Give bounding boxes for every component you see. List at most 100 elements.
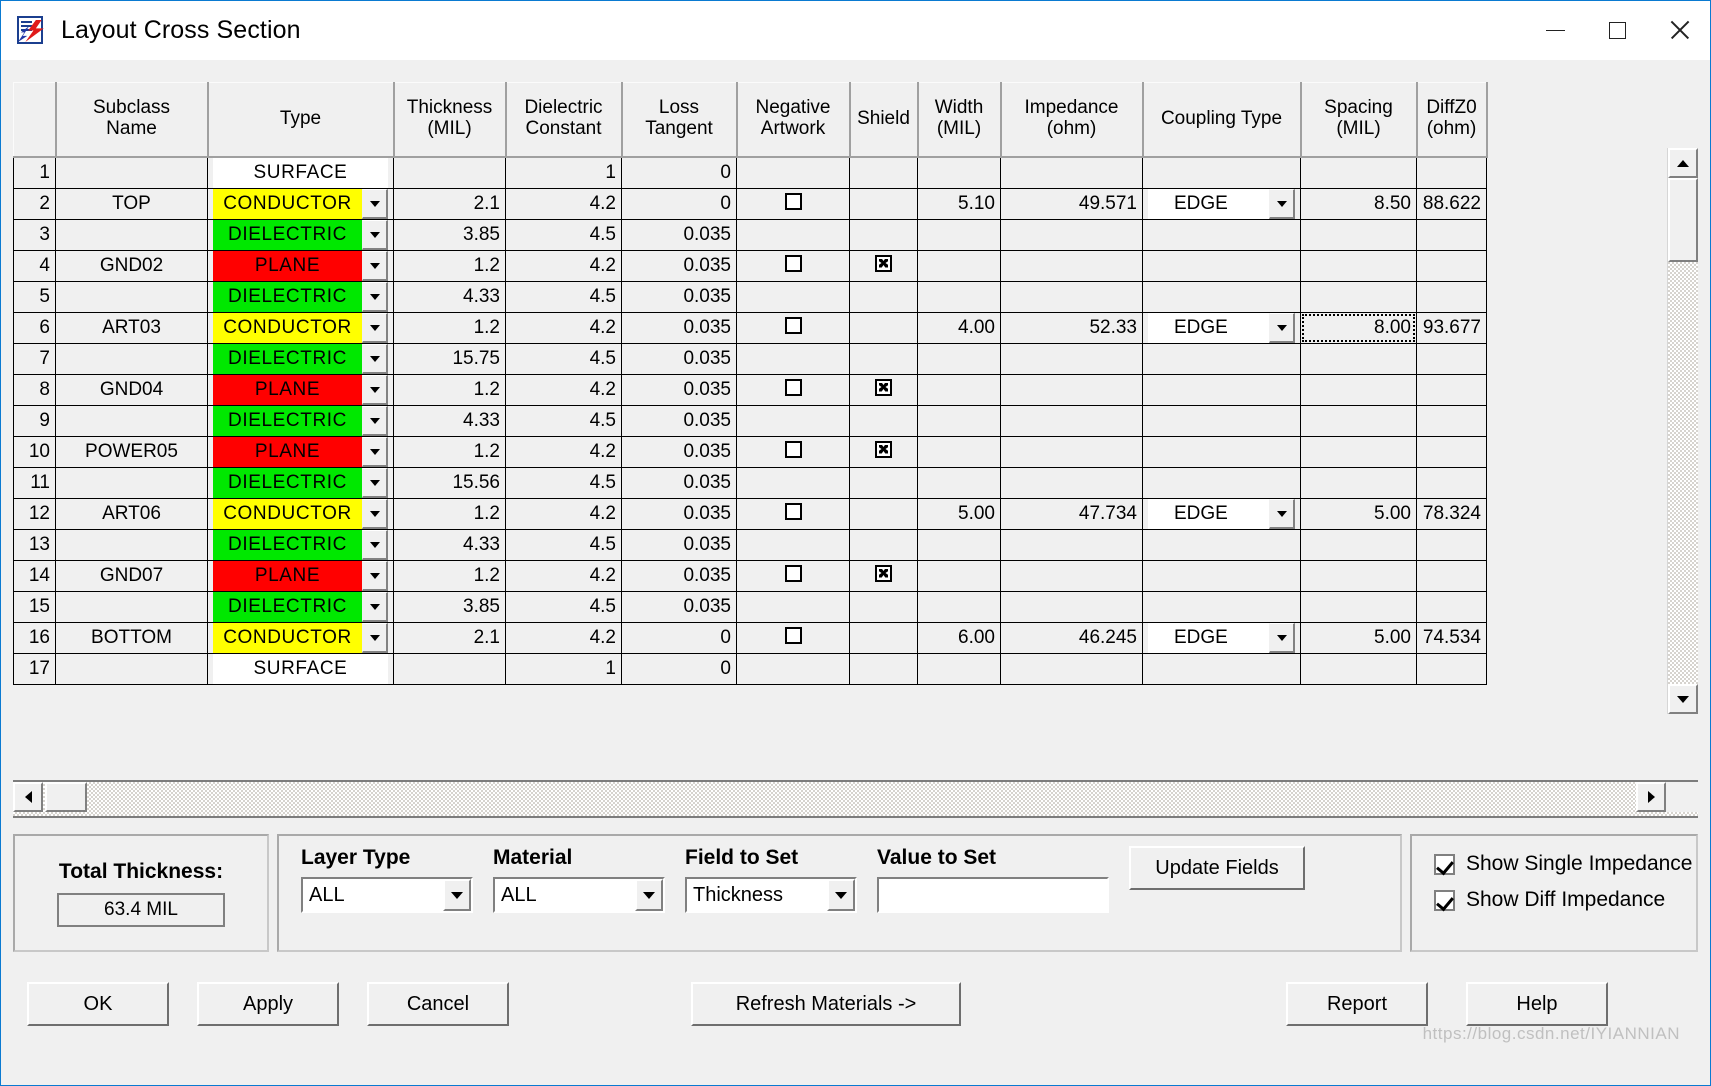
spacing-cell[interactable]: 5.00 — [1300, 622, 1417, 654]
dielectric-constant-cell[interactable]: 4.2 — [505, 560, 622, 592]
scroll-left-button[interactable] — [13, 782, 43, 812]
negative-artwork-cell[interactable] — [736, 560, 850, 592]
width-cell[interactable] — [917, 653, 1001, 685]
shield-cell[interactable] — [849, 250, 918, 282]
width-cell[interactable] — [917, 529, 1001, 561]
layer-type-cell[interactable]: DIELECTRIC — [207, 219, 394, 251]
spacing-cell[interactable] — [1300, 156, 1417, 189]
dielectric-constant-cell[interactable]: 1 — [505, 653, 622, 685]
dielectric-constant-cell[interactable]: 4.2 — [505, 436, 622, 468]
chevron-down-icon[interactable] — [362, 344, 388, 374]
table-row[interactable]: 11 DIELECTRIC 15.56 4.5 0.035 — [13, 467, 1487, 499]
report-button[interactable]: Report — [1286, 982, 1428, 1026]
loss-tangent-cell[interactable]: 0.035 — [621, 312, 737, 344]
col-header-rownum[interactable] — [13, 82, 57, 158]
width-cell[interactable] — [917, 374, 1001, 406]
ok-button[interactable]: OK — [27, 982, 169, 1026]
subclass-name-cell[interactable] — [55, 156, 208, 189]
table-row[interactable]: 7 DIELECTRIC 15.75 4.5 0.035 — [13, 343, 1487, 375]
shield-checkbox[interactable] — [875, 254, 892, 272]
loss-tangent-cell[interactable]: 0.035 — [621, 436, 737, 468]
layer-type-cell[interactable]: PLANE — [207, 374, 394, 406]
spacing-cell[interactable] — [1300, 343, 1417, 375]
thickness-cell[interactable]: 1.2 — [393, 436, 506, 468]
material-select[interactable]: ALL — [493, 877, 665, 913]
show-diff-impedance-row[interactable]: Show Diff Impedance — [1434, 888, 1696, 912]
chevron-down-icon[interactable] — [1269, 189, 1295, 219]
dielectric-constant-cell[interactable]: 4.5 — [505, 467, 622, 499]
loss-tangent-cell[interactable]: 0.035 — [621, 498, 737, 530]
width-cell[interactable] — [917, 156, 1001, 189]
horizontal-scroll-thumb[interactable] — [45, 782, 87, 812]
thickness-cell[interactable]: 2.1 — [393, 622, 506, 654]
width-cell[interactable]: 5.00 — [917, 498, 1001, 530]
layer-type-select[interactable]: ALL — [301, 877, 473, 913]
spacing-cell[interactable] — [1300, 374, 1417, 406]
spacing-cell[interactable] — [1300, 529, 1417, 561]
loss-tangent-cell[interactable]: 0 — [621, 188, 737, 220]
dielectric-constant-cell[interactable]: 1 — [505, 156, 622, 189]
chevron-down-icon[interactable] — [362, 623, 388, 653]
width-cell[interactable]: 6.00 — [917, 622, 1001, 654]
table-row[interactable]: 4 GND02 PLANE 1.2 4.2 0.035 — [13, 250, 1487, 282]
horizontal-scrollbar[interactable] — [13, 782, 1698, 818]
refresh-materials-button[interactable]: Refresh Materials -> — [691, 982, 961, 1026]
close-icon[interactable] — [1648, 1, 1710, 59]
thickness-cell[interactable]: 1.2 — [393, 560, 506, 592]
table-row[interactable]: 2 TOP CONDUCTOR 2.1 4.2 0 5.10 49.571 EDGE 8.50 88… — [13, 188, 1487, 220]
spacing-cell[interactable] — [1300, 405, 1417, 437]
dielectric-constant-cell[interactable]: 4.2 — [505, 250, 622, 282]
col-header-dielectric-constant[interactable]: Dielectric Constant — [505, 82, 623, 158]
thickness-cell[interactable]: 1.2 — [393, 498, 506, 530]
col-header-shield[interactable]: Shield — [849, 82, 919, 158]
width-cell[interactable] — [917, 343, 1001, 375]
table-row[interactable]: 17 SURFACE 1 0 — [13, 653, 1487, 685]
negative-artwork-checkbox[interactable] — [784, 502, 802, 520]
layer-type-cell[interactable]: DIELECTRIC — [207, 529, 394, 561]
chevron-down-icon[interactable] — [362, 561, 388, 591]
subclass-name-cell[interactable] — [55, 281, 208, 313]
chevron-down-icon[interactable] — [362, 282, 388, 312]
chevron-down-icon[interactable] — [1269, 499, 1295, 529]
dielectric-constant-cell[interactable]: 4.5 — [505, 343, 622, 375]
chevron-down-icon[interactable] — [362, 499, 388, 529]
layer-type-cell[interactable]: CONDUCTOR — [207, 622, 394, 654]
subclass-name-cell[interactable]: GND07 — [55, 560, 208, 592]
layer-type-cell[interactable]: DIELECTRIC — [207, 343, 394, 375]
chevron-down-icon[interactable] — [362, 251, 388, 281]
thickness-cell[interactable]: 3.85 — [393, 591, 506, 623]
subclass-name-cell[interactable] — [55, 467, 208, 499]
table-row[interactable]: 13 DIELECTRIC 4.33 4.5 0.035 — [13, 529, 1487, 561]
dielectric-constant-cell[interactable]: 4.5 — [505, 591, 622, 623]
thickness-cell[interactable]: 4.33 — [393, 405, 506, 437]
subclass-name-cell[interactable]: TOP — [55, 188, 208, 220]
thickness-cell[interactable]: 3.85 — [393, 219, 506, 251]
thickness-cell[interactable]: 15.56 — [393, 467, 506, 499]
loss-tangent-cell[interactable]: 0.035 — [621, 529, 737, 561]
table-row[interactable]: 9 DIELECTRIC 4.33 4.5 0.035 — [13, 405, 1487, 437]
width-cell[interactable] — [917, 467, 1001, 499]
thickness-cell[interactable]: 1.2 — [393, 374, 506, 406]
shield-checkbox[interactable] — [875, 440, 892, 458]
spacing-cell[interactable]: 8.50 — [1300, 188, 1417, 220]
col-header-width[interactable]: Width (MIL) — [917, 82, 1002, 158]
col-header-diffz0[interactable]: DiffZ0 (ohm) — [1416, 82, 1488, 158]
negative-artwork-cell[interactable] — [736, 374, 850, 406]
width-cell[interactable] — [917, 591, 1001, 623]
vertical-scroll-track[interactable] — [1668, 178, 1698, 684]
spacing-cell[interactable] — [1300, 219, 1417, 251]
chevron-down-icon[interactable] — [362, 220, 388, 250]
table-row[interactable]: 3 DIELECTRIC 3.85 4.5 0.035 — [13, 219, 1487, 251]
layer-type-cell[interactable]: CONDUCTOR — [207, 498, 394, 530]
thickness-cell[interactable]: 1.2 — [393, 312, 506, 344]
subclass-name-cell[interactable] — [55, 591, 208, 623]
chevron-down-icon[interactable] — [362, 406, 388, 436]
negative-artwork-cell[interactable] — [736, 498, 850, 530]
negative-artwork-cell[interactable] — [736, 436, 850, 468]
negative-artwork-checkbox[interactable] — [784, 440, 802, 458]
spacing-cell[interactable] — [1300, 436, 1417, 468]
thickness-cell[interactable]: 2.1 — [393, 188, 506, 220]
minimize-button[interactable] — [1524, 1, 1586, 59]
dielectric-constant-cell[interactable]: 4.2 — [505, 498, 622, 530]
dielectric-constant-cell[interactable]: 4.5 — [505, 219, 622, 251]
